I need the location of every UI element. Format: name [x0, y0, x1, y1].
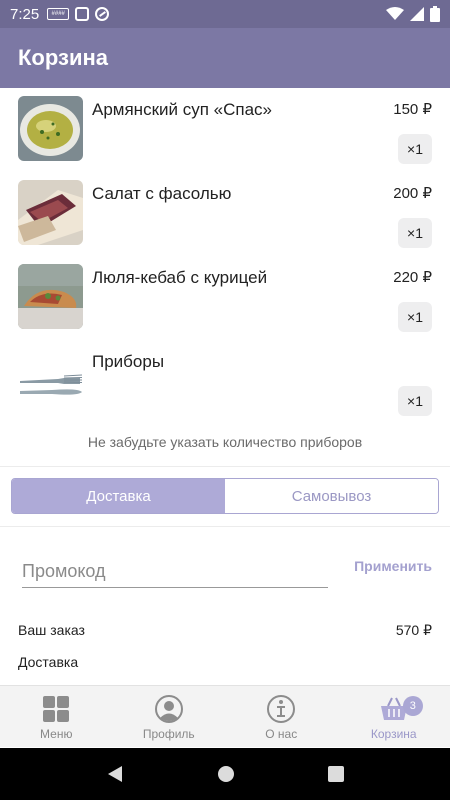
- quantity-button[interactable]: ×1: [398, 218, 432, 248]
- item-name: Приборы: [92, 352, 165, 371]
- item-price: 200 ₽: [393, 185, 432, 202]
- delivery-toggle: Доставка Самовывоз: [11, 478, 439, 514]
- nav-item-about[interactable]: О нас: [225, 686, 338, 747]
- status-time: 7:25: [10, 5, 40, 23]
- cart-item[interactable]: Люля-кебаб с курицей 220 ₽ ×1: [0, 256, 450, 340]
- cart-count-badge: 3: [402, 696, 423, 716]
- app-root: 7:25 #### Корзина Армянский суп «Спас» 1…: [0, 0, 450, 800]
- quantity-button[interactable]: ×1: [398, 386, 432, 416]
- cart-item[interactable]: Приборы ×1: [0, 340, 450, 424]
- page-title: Корзина: [18, 45, 108, 70]
- notification-icon: ####: [47, 8, 70, 20]
- apply-promo-button[interactable]: Применить: [354, 558, 432, 574]
- divider: [0, 526, 450, 527]
- divider: [0, 466, 450, 467]
- delivery-label: Доставка: [18, 654, 79, 670]
- status-bar: 7:25 ####: [0, 0, 450, 28]
- nav-label: Меню: [40, 727, 73, 741]
- app-notification-icon: [75, 7, 90, 21]
- delivery-option[interactable]: Доставка: [12, 479, 225, 513]
- item-price: 220 ₽: [393, 269, 432, 286]
- nav-item-menu[interactable]: Меню: [0, 686, 113, 747]
- app-bar: Корзина: [0, 28, 450, 88]
- order-total-label: Ваш заказ: [18, 622, 85, 638]
- cart-item[interactable]: Армянский суп «Спас» 150 ₽ ×1: [0, 88, 450, 172]
- salad-image: [18, 180, 83, 245]
- profile-icon: [154, 695, 183, 723]
- home-icon[interactable]: [217, 765, 235, 783]
- nav-item-cart[interactable]: Корзина 3: [338, 686, 450, 747]
- system-nav-bar: [0, 748, 450, 800]
- nav-label: Корзина: [370, 727, 417, 741]
- soup-image: [18, 96, 83, 161]
- item-price: 150 ₽: [393, 101, 432, 118]
- quantity-button[interactable]: ×1: [398, 134, 432, 164]
- cart-item[interactable]: Салат с фасолью 200 ₽ ×1: [0, 172, 450, 256]
- kebab-image: [18, 264, 83, 329]
- item-name: Армянский суп «Спас»: [92, 100, 273, 119]
- grid-icon: [43, 696, 70, 722]
- battery-icon: [430, 6, 440, 22]
- wifi-icon: [386, 7, 404, 20]
- signal-icon: [410, 7, 424, 21]
- item-name: Салат с фасолью: [92, 184, 232, 203]
- nav-item-profile[interactable]: Профиль: [113, 686, 226, 747]
- cutlery-reminder: Не забудьте указать количество приборов: [87, 434, 363, 450]
- cutlery-image: [18, 348, 83, 413]
- bottom-nav: Меню Профиль О нас Корзина 3: [0, 685, 450, 747]
- order-total-value: 570 ₽: [395, 622, 432, 638]
- quantity-button[interactable]: ×1: [398, 302, 432, 332]
- pickup-option[interactable]: Самовывоз: [225, 479, 438, 513]
- recents-icon[interactable]: [327, 766, 344, 782]
- promo-code-input[interactable]: [22, 556, 328, 588]
- nav-label: Профиль: [142, 727, 195, 741]
- dnd-icon: [95, 7, 110, 21]
- back-icon[interactable]: [106, 765, 124, 783]
- info-icon: [267, 695, 296, 723]
- item-name: Люля-кебаб с курицей: [92, 268, 268, 287]
- nav-label: О нас: [265, 727, 298, 741]
